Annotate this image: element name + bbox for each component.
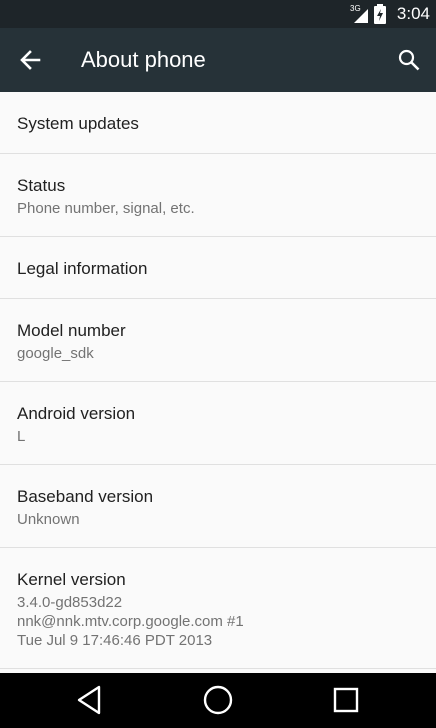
kernel-line-1: 3.4.0-gd853d22 — [17, 594, 123, 611]
app-bar: About phone — [0, 28, 436, 92]
list-item-baseband-version[interactable]: Baseband version Unknown — [0, 465, 436, 548]
item-title: Status — [17, 176, 66, 195]
item-title: Kernel version — [17, 570, 126, 589]
status-bar: 3G 3:04 — [0, 0, 436, 28]
item-summary: Phone number, signal, etc. — [17, 200, 195, 217]
list-item-system-updates[interactable]: System updates — [0, 92, 436, 154]
battery-charging-icon — [374, 4, 386, 24]
kernel-line-3: Tue Jul 9 17:46:46 PDT 2013 — [17, 632, 213, 649]
settings-list: System updates Status Phone number, sign… — [0, 92, 436, 669]
nav-recents-icon[interactable] — [333, 687, 359, 713]
nav-home-icon[interactable] — [203, 685, 233, 715]
cell-signal-icon: 3G — [350, 4, 368, 23]
item-title: Legal information — [17, 259, 148, 278]
item-title: System updates — [17, 114, 139, 133]
nav-back-icon[interactable] — [76, 685, 102, 715]
list-item-kernel-version[interactable]: Kernel version 3.4.0-gd853d22 nnk@nnk.mt… — [0, 548, 436, 669]
item-title: Model number — [17, 321, 126, 340]
item-summary: L — [17, 428, 26, 445]
list-item-android-version[interactable]: Android version L — [0, 382, 436, 465]
item-title: Android version — [17, 404, 136, 423]
item-title: Baseband version — [17, 487, 154, 506]
item-summary: Unknown — [17, 511, 80, 528]
search-icon[interactable] — [397, 48, 421, 72]
list-item-model-number[interactable]: Model number google_sdk — [0, 299, 436, 382]
list-item-legal-information[interactable]: Legal information — [0, 237, 436, 299]
clock: 3:04 — [396, 4, 430, 23]
page-title: About phone — [81, 47, 206, 72]
navigation-bar — [0, 673, 436, 728]
kernel-line-2: nnk@nnk.mtv.corp.google.com #1 — [17, 613, 244, 630]
svg-text:3G: 3G — [350, 4, 361, 13]
item-summary: google_sdk — [17, 345, 94, 362]
arrow-back-icon[interactable] — [19, 49, 41, 71]
list-item-status[interactable]: Status Phone number, signal, etc. — [0, 154, 436, 237]
